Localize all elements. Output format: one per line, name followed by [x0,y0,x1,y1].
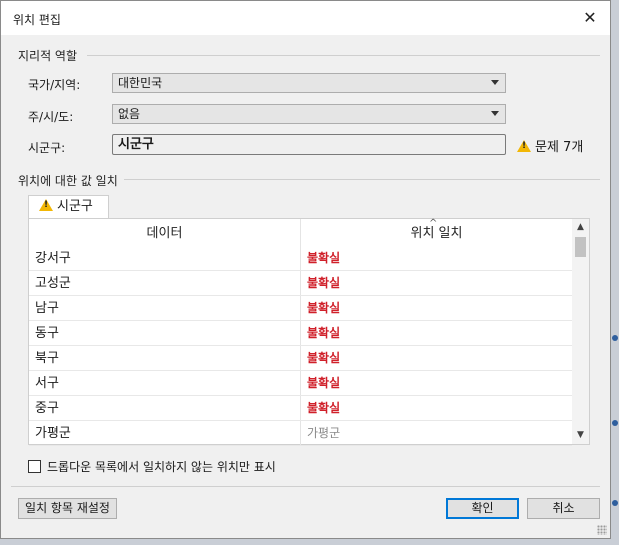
table-row[interactable]: 중구 불확실 [29,396,572,421]
section-divider [124,179,600,180]
table-row[interactable]: 북구 불확실 [29,346,572,371]
county-label: 시군구: [28,141,66,155]
scroll-up-icon[interactable]: ▲ [572,219,589,236]
match-section-label: 위치에 대한 값 일치 [18,174,118,188]
resize-grip-icon[interactable] [597,525,607,535]
state-label: 주/시/도: [28,110,74,124]
table-row[interactable]: 고성군 불확실 [29,271,572,296]
warning-icon [39,199,53,211]
scroll-thumb[interactable] [575,237,586,257]
data-cell: 북구 [35,351,59,366]
ok-button[interactable]: 확인 [446,498,519,519]
table-row[interactable]: 강서구 불확실 [29,246,572,271]
title-bar: 위치 편집 ✕ [1,1,610,35]
data-cell: 가평군 [35,426,71,441]
issues-count: 문제 7개 [535,140,584,155]
country-label: 국가/지역: [28,78,81,92]
data-cell: 중구 [35,401,59,416]
issues-link[interactable]: 문제 7개 [517,136,583,155]
footer-divider [11,486,600,487]
table-row[interactable]: 서구 불확실 [29,371,572,396]
match-cell[interactable]: 가평군 [307,421,340,446]
geo-role-section-label: 지리적 역할 [18,49,78,63]
vertical-scrollbar[interactable]: ▲ ▼ [572,219,589,444]
state-value: 없음 [118,107,141,121]
match-cell[interactable]: 불확실 [307,271,340,296]
reset-matches-button[interactable]: 일치 항목 재설정 [18,498,117,519]
data-cell: 동구 [35,326,59,341]
edit-locations-dialog: 위치 편집 ✕ 지리적 역할 국가/지역: 대한민국 주/시/도: 없음 시군구… [0,0,611,539]
match-cell[interactable]: 불확실 [307,296,340,321]
table-row[interactable]: 남구 불확실 [29,296,572,321]
unmatched-only-option[interactable]: 드롭다운 목록에서 일치하지 않는 위치만 표시 [28,458,276,475]
match-cell[interactable]: 불확실 [307,396,340,421]
dialog-title: 위치 편집 [13,13,61,27]
match-cell[interactable]: 불확실 [307,246,340,271]
background-map-dot [612,500,618,506]
close-icon[interactable]: ✕ [576,5,604,31]
data-cell: 서구 [35,376,59,391]
tab-label: 시군구 [57,199,93,214]
unmatched-only-checkbox[interactable] [28,460,41,473]
data-cell: 강서구 [35,251,71,266]
sort-ascending-icon: ^ [429,218,438,229]
country-value: 대한민국 [118,76,163,90]
match-table: 데이터 위치 일치 ^ 강서구 불확실 고성군 불확실 남구 불확실 동구 불확실 북구 불확실 서… [28,218,590,446]
section-divider [87,55,600,56]
column-header-data[interactable]: 데이터 [29,219,300,247]
cancel-button[interactable]: 취소 [527,498,600,519]
match-cell[interactable]: 불확실 [307,371,340,396]
county-value: 시군구 [118,137,154,152]
dropdown-arrow-icon [491,80,499,85]
warning-icon [517,140,531,152]
tab-county[interactable]: 시군구 [28,195,109,219]
data-cell: 남구 [35,301,59,316]
match-cell[interactable]: 불확실 [307,346,340,371]
background-map-dot [612,335,618,341]
dropdown-arrow-icon [491,111,499,116]
scroll-down-icon[interactable]: ▼ [572,427,589,444]
state-dropdown[interactable]: 없음 [112,104,506,124]
data-cell: 고성군 [35,276,71,291]
table-row[interactable]: 동구 불확실 [29,321,572,346]
table-row[interactable]: 가평군 가평군 [29,421,572,446]
country-dropdown[interactable]: 대한민국 [112,73,506,93]
background-map-dot [612,420,618,426]
checkbox-label: 드롭다운 목록에서 일치하지 않는 위치만 표시 [47,460,276,474]
county-field[interactable]: 시군구 [112,134,506,155]
match-cell[interactable]: 불확실 [307,321,340,346]
